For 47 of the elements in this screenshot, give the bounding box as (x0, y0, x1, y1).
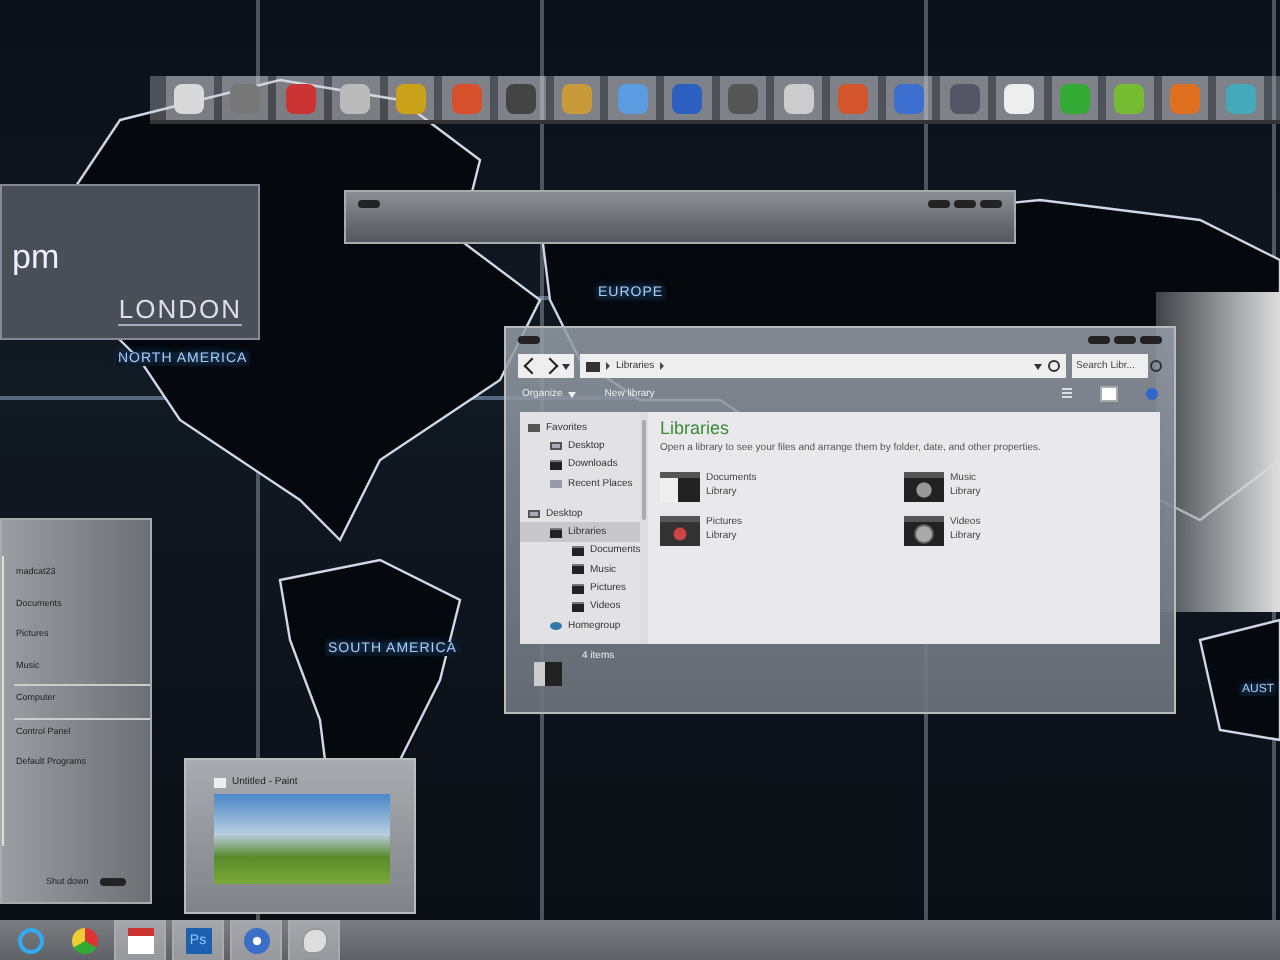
circle-icon (71, 927, 97, 953)
app-icon[interactable] (174, 83, 205, 113)
app-icon[interactable] (949, 83, 980, 113)
close-button[interactable] (1140, 336, 1162, 344)
calendar-icon (127, 927, 153, 953)
app-icon[interactable] (395, 83, 426, 113)
library-icon (534, 662, 562, 686)
refresh-icon[interactable] (1048, 360, 1060, 372)
help-icon[interactable] (1146, 388, 1158, 400)
preview-pane-icon[interactable] (1100, 386, 1118, 402)
e-icon (17, 927, 43, 953)
library-folder-icon (904, 516, 944, 546)
folder-icon (586, 361, 600, 371)
dropdown-caret-icon[interactable] (1034, 363, 1042, 369)
app-icon[interactable] (1114, 83, 1145, 113)
app-icon[interactable] (783, 83, 814, 113)
minimize-button[interactable] (1088, 336, 1110, 344)
maximize-button[interactable] (954, 200, 976, 208)
search-icon (1150, 360, 1162, 372)
library-folder-icon (904, 472, 944, 502)
minimize-button[interactable] (928, 200, 950, 208)
taskbar-button[interactable] (230, 920, 282, 960)
content-title: Libraries (660, 418, 732, 438)
app-icon[interactable] (1004, 83, 1035, 113)
toggle-icon[interactable] (100, 877, 127, 885)
paint-icon (214, 777, 226, 787)
app-icon[interactable] (672, 83, 703, 113)
taskbar-button[interactable] (114, 920, 166, 960)
palette-icon (301, 927, 327, 953)
dropdown-caret-icon[interactable] (562, 363, 570, 369)
app-icon[interactable] (727, 83, 758, 113)
taskbar-button[interactable] (288, 920, 340, 960)
chevron-icon (660, 362, 665, 370)
app-icon[interactable] (617, 83, 648, 113)
library-folder-icon (660, 472, 700, 502)
app-icon[interactable] (340, 83, 371, 113)
scrollbar[interactable] (640, 412, 648, 644)
view-options-icon[interactable] (1062, 388, 1072, 400)
close-button[interactable] (980, 200, 1002, 208)
app-icon[interactable] (561, 83, 592, 113)
clock-time: pm (12, 238, 60, 278)
disc-icon (243, 927, 269, 953)
app-icon[interactable] (506, 83, 537, 113)
library-folder-icon (660, 516, 700, 546)
maximize-button[interactable] (1114, 336, 1136, 344)
app-icon[interactable] (1225, 83, 1256, 113)
city-label: LONDON (118, 294, 242, 326)
